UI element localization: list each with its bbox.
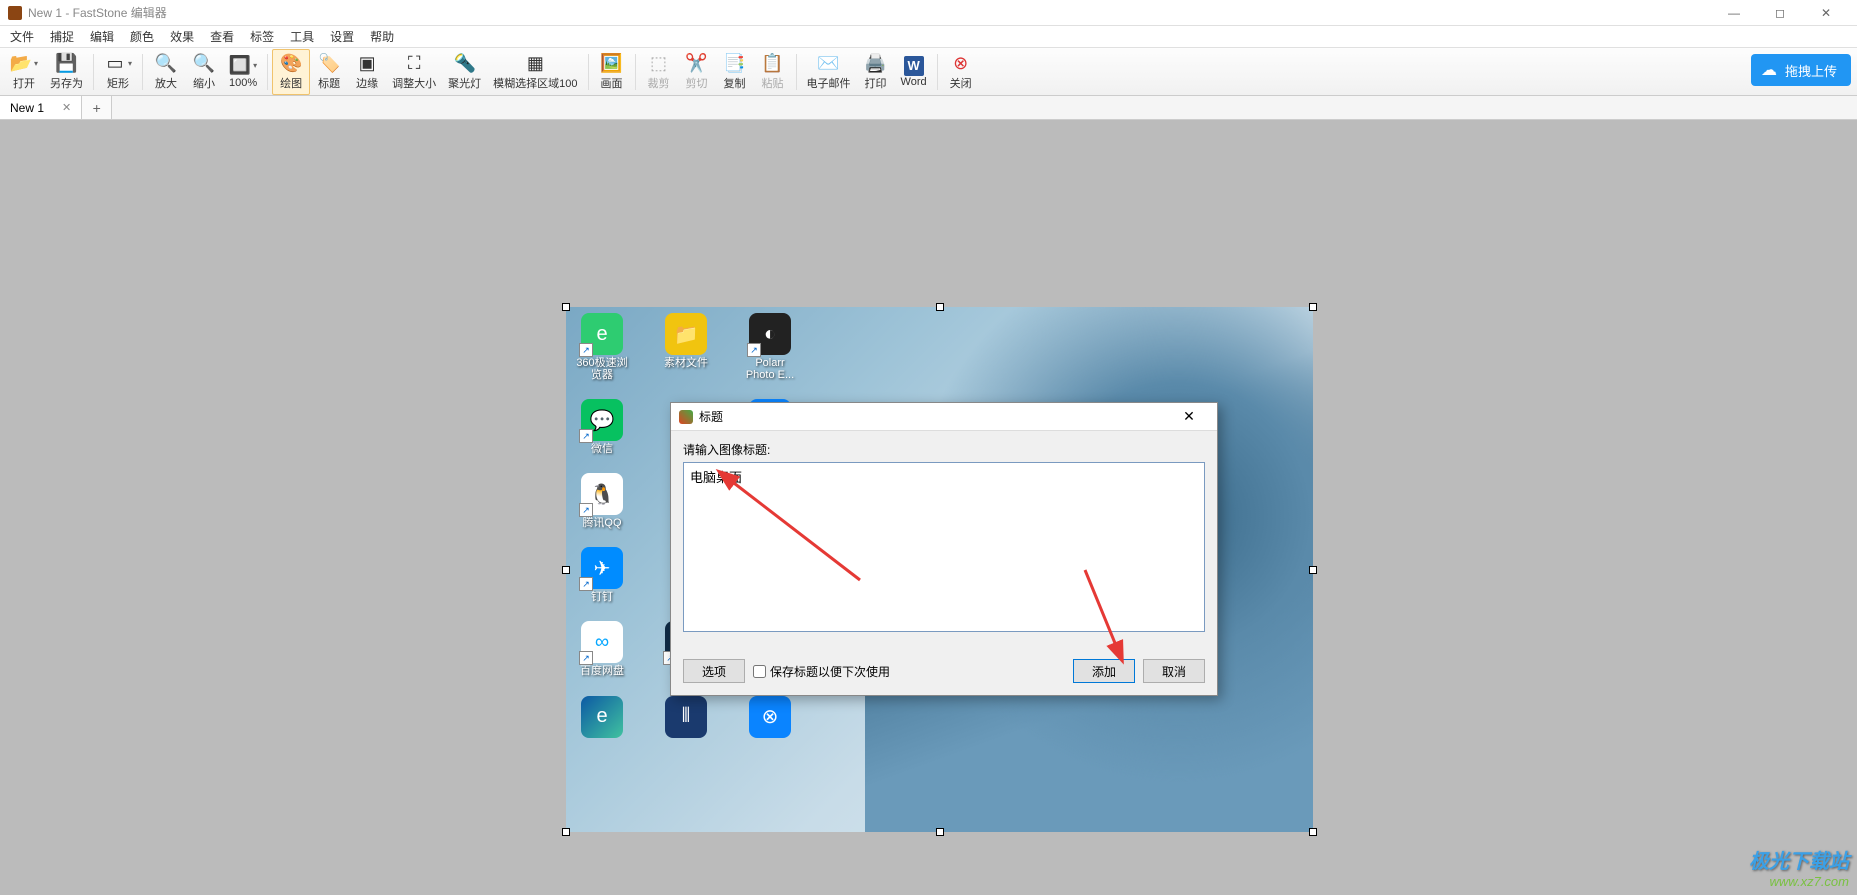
zoom-100-icon: 🔲 bbox=[229, 55, 251, 77]
tool-cut: ✂️剪切 bbox=[678, 49, 716, 95]
dialog-icon bbox=[679, 410, 693, 424]
close-doc-icon: ⊗ bbox=[950, 53, 972, 75]
desktop-icon-360browser: e↗360极速浏览器 bbox=[572, 313, 632, 381]
tool-draw[interactable]: 🎨绘图 bbox=[272, 49, 310, 95]
resize-icon: ⛶ bbox=[403, 53, 425, 75]
resize-handle-bl[interactable] bbox=[562, 828, 570, 836]
menu-edit[interactable]: 编辑 bbox=[82, 26, 122, 47]
app-icon bbox=[8, 6, 22, 20]
tool-email[interactable]: ✉️电子邮件 bbox=[801, 49, 857, 95]
resize-handle-br[interactable] bbox=[1309, 828, 1317, 836]
menu-help[interactable]: 帮助 bbox=[362, 26, 402, 47]
tool-zoomout[interactable]: 🔍缩小 bbox=[185, 49, 223, 95]
tool-open[interactable]: 📂▾打开 bbox=[4, 49, 44, 95]
upload-button[interactable]: ☁ 拖拽上传 bbox=[1751, 54, 1851, 86]
desktop-icon-qq: 🐧↗腾讯QQ bbox=[572, 473, 632, 529]
cancel-button[interactable]: 取消 bbox=[1143, 659, 1205, 683]
crop-icon: ⬚ bbox=[648, 53, 670, 75]
desktop-icon-edge: e bbox=[572, 696, 632, 738]
tool-blur[interactable]: ▦模糊选择区域100 bbox=[487, 49, 583, 95]
tool-print[interactable]: 🖨️打印 bbox=[857, 49, 895, 95]
menu-color[interactable]: 颜色 bbox=[122, 26, 162, 47]
print-icon: 🖨️ bbox=[865, 53, 887, 75]
menu-capture[interactable]: 捕捉 bbox=[42, 26, 82, 47]
caption-dialog: 标题 ✕ 请输入图像标题: 选项 保存标题以便下次使用 添加 取消 bbox=[670, 402, 1218, 696]
minimize-button[interactable]: — bbox=[1711, 0, 1757, 26]
zoom-in-icon: 🔍 bbox=[155, 53, 177, 75]
edge-icon: ▣ bbox=[356, 53, 378, 75]
desktop-icon-material: 📁素材文件 bbox=[656, 313, 716, 381]
draw-icon: 🎨 bbox=[280, 53, 302, 75]
tab-label: New 1 bbox=[10, 101, 44, 115]
desktop-icon-blue: ⊗ bbox=[740, 696, 800, 738]
maximize-button[interactable]: ◻ bbox=[1757, 0, 1803, 26]
email-icon: ✉️ bbox=[818, 53, 840, 75]
resize-handle-tr[interactable] bbox=[1309, 303, 1317, 311]
tool-zoom100[interactable]: 🔲▾100% bbox=[223, 49, 263, 95]
tool-edge[interactable]: ▣边缘 bbox=[348, 49, 386, 95]
tool-crop: ⬚裁剪 bbox=[640, 49, 678, 95]
tool-caption[interactable]: 🏷️标题 bbox=[310, 49, 348, 95]
tool-saveas[interactable]: 💾另存为 bbox=[44, 49, 89, 95]
folder-open-icon: 📂 bbox=[10, 53, 32, 75]
watermark: 极光下载站 www.xz7.com bbox=[1749, 845, 1849, 889]
menu-label[interactable]: 标签 bbox=[242, 26, 282, 47]
tool-zoomin[interactable]: 🔍放大 bbox=[147, 49, 185, 95]
menu-settings[interactable]: 设置 bbox=[322, 26, 362, 47]
desktop-icon-baidupan: ∞↗百度网盘 bbox=[572, 621, 632, 677]
resize-handle-tl[interactable] bbox=[562, 303, 570, 311]
resize-handle-ml[interactable] bbox=[562, 566, 570, 574]
menu-view[interactable]: 查看 bbox=[202, 26, 242, 47]
caption-icon: 🏷️ bbox=[318, 53, 340, 75]
word-icon: W bbox=[904, 56, 924, 76]
tab-new1[interactable]: New 1 ✕ bbox=[0, 96, 82, 119]
dialog-titlebar[interactable]: 标题 ✕ bbox=[671, 403, 1217, 431]
tool-resize[interactable]: ⛶调整大小 bbox=[386, 49, 442, 95]
tool-rect[interactable]: ▭▾矩形 bbox=[98, 49, 138, 95]
menu-effect[interactable]: 效果 bbox=[162, 26, 202, 47]
tool-word[interactable]: WWord bbox=[895, 49, 933, 95]
tool-paste: 📋粘贴 bbox=[754, 49, 792, 95]
resize-handle-bm[interactable] bbox=[936, 828, 944, 836]
tool-canvas[interactable]: 🖼️画面 bbox=[593, 49, 631, 95]
menu-tools[interactable]: 工具 bbox=[282, 26, 322, 47]
canvas-icon: 🖼️ bbox=[601, 53, 623, 75]
save-icon: 💾 bbox=[56, 53, 78, 75]
cut-icon: ✂️ bbox=[686, 53, 708, 75]
tool-spotlight[interactable]: 🔦聚光灯 bbox=[442, 49, 487, 95]
desktop-icon-wechat: 💬↗微信 bbox=[572, 399, 632, 455]
resize-handle-tm[interactable] bbox=[936, 303, 944, 311]
rectangle-select-icon: ▭ bbox=[104, 53, 126, 75]
zoom-out-icon: 🔍 bbox=[193, 53, 215, 75]
desktop-icon-eq: ⫴ bbox=[656, 696, 716, 738]
tool-copy[interactable]: 📑复制 bbox=[716, 49, 754, 95]
tab-close-icon[interactable]: ✕ bbox=[62, 101, 71, 114]
dialog-close-button[interactable]: ✕ bbox=[1169, 405, 1209, 429]
menubar: 文件 捕捉 编辑 颜色 效果 查看 标签 工具 设置 帮助 bbox=[0, 26, 1857, 48]
blur-icon: ▦ bbox=[524, 53, 546, 75]
copy-icon: 📑 bbox=[724, 53, 746, 75]
cloud-icon: ☁ bbox=[1761, 60, 1777, 80]
tab-add-button[interactable]: + bbox=[82, 96, 112, 119]
desktop-icon-polarr: ◐↗PolarrPhoto E... bbox=[740, 313, 800, 381]
options-button[interactable]: 选项 bbox=[683, 659, 745, 683]
save-caption-checkbox-input[interactable] bbox=[753, 665, 766, 678]
menu-file[interactable]: 文件 bbox=[2, 26, 42, 47]
toolbar: 📂▾打开 💾另存为 ▭▾矩形 🔍放大 🔍缩小 🔲▾100% 🎨绘图 🏷️标题 ▣… bbox=[0, 48, 1857, 96]
paste-icon: 📋 bbox=[762, 53, 784, 75]
dialog-title: 标题 bbox=[699, 408, 723, 425]
dialog-input-label: 请输入图像标题: bbox=[683, 441, 1205, 458]
desktop-icon-dingtalk: ✈↗钉钉 bbox=[572, 547, 632, 603]
window-titlebar: New 1 - FastStone 编辑器 — ◻ ✕ bbox=[0, 0, 1857, 26]
spotlight-icon: 🔦 bbox=[454, 53, 476, 75]
resize-handle-mr[interactable] bbox=[1309, 566, 1317, 574]
add-button[interactable]: 添加 bbox=[1073, 659, 1135, 683]
close-window-button[interactable]: ✕ bbox=[1803, 0, 1849, 26]
tabbar: New 1 ✕ + bbox=[0, 96, 1857, 120]
caption-textarea[interactable] bbox=[683, 462, 1205, 632]
save-caption-checkbox[interactable]: 保存标题以便下次使用 bbox=[753, 663, 890, 680]
tool-close[interactable]: ⊗关闭 bbox=[942, 49, 980, 95]
window-title: New 1 - FastStone 编辑器 bbox=[28, 4, 167, 21]
